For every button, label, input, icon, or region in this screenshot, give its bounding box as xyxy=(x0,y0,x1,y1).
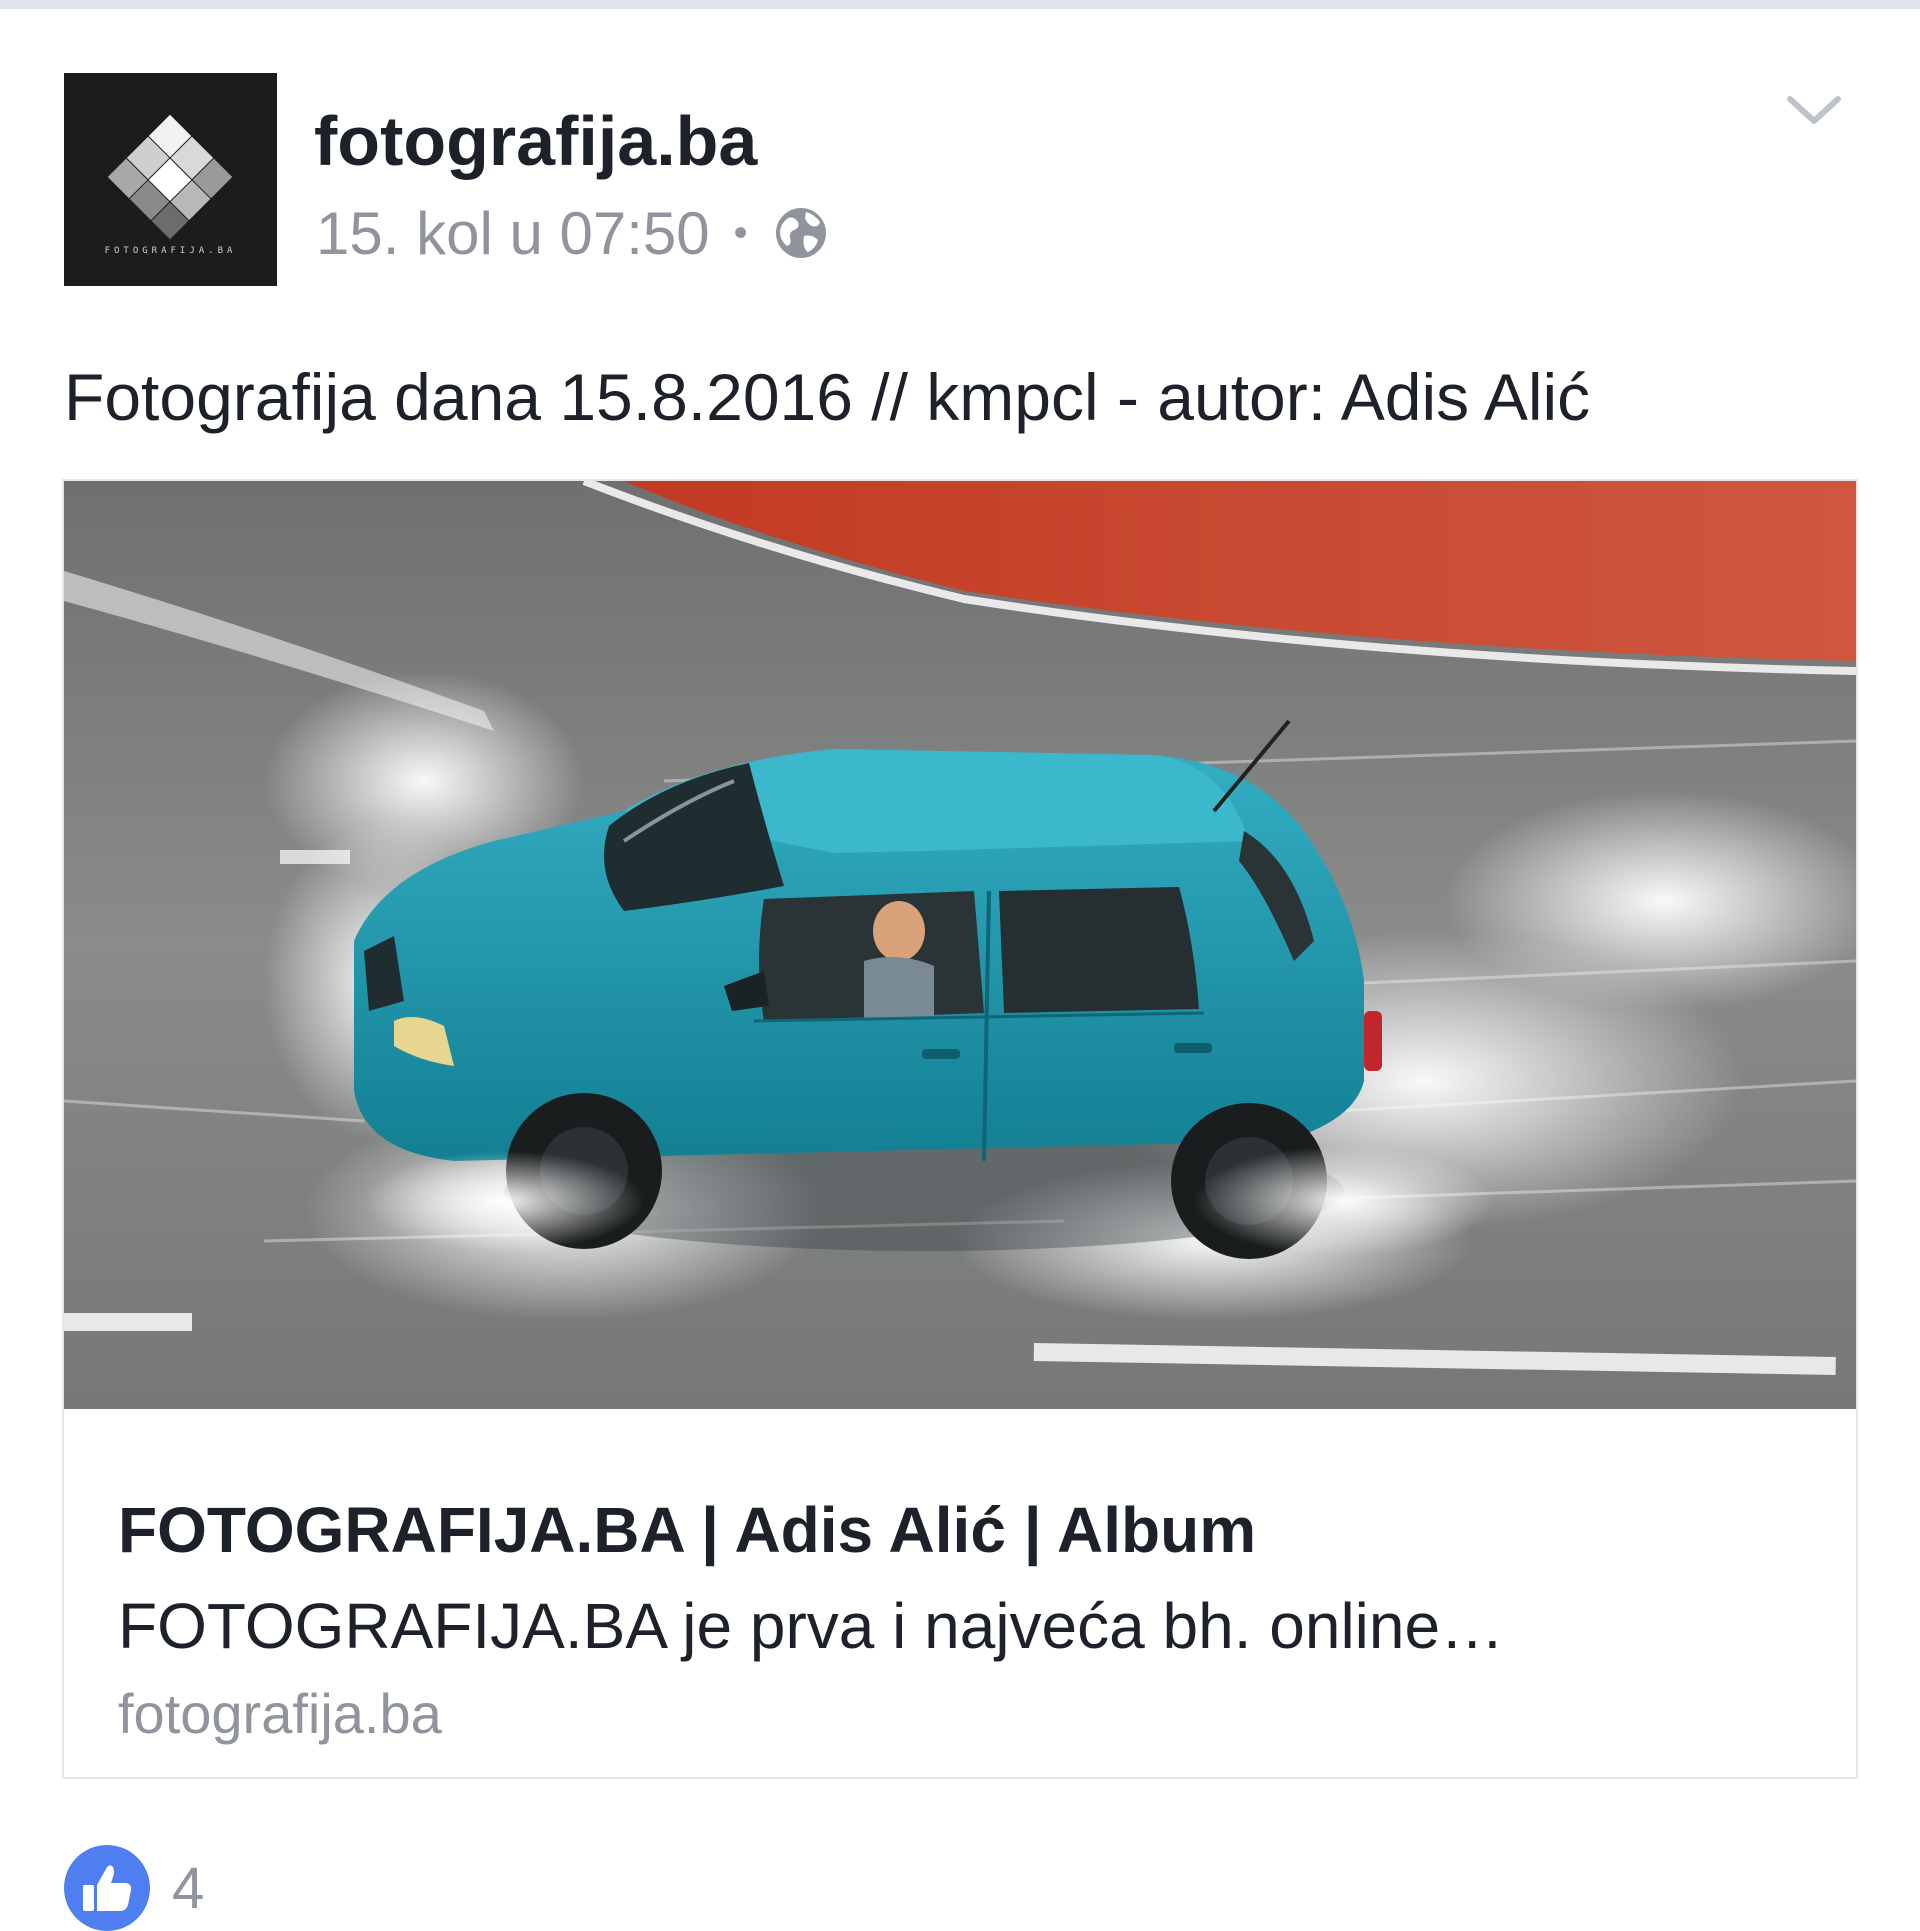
link-preview-card[interactable]: FOTOGRAFIJA.BA | Adis Alić | Album FOTOG… xyxy=(64,481,1856,1777)
avatar-caption: FOTOGRAFIJA.BA xyxy=(104,246,237,256)
post-timestamp[interactable]: 15. kol u 07:50 xyxy=(316,199,710,268)
top-divider xyxy=(0,0,1920,9)
globe-icon[interactable] xyxy=(774,206,828,260)
reactions-summary[interactable]: 4 xyxy=(64,1845,204,1931)
post-text: Fotografija dana 15.8.2016 // kmpcl - au… xyxy=(64,360,1591,434)
link-preview-title[interactable]: FOTOGRAFIJA.BA | Adis Alić | Album xyxy=(118,1493,1256,1567)
meta-separator: • xyxy=(733,210,748,255)
chevron-down-icon[interactable] xyxy=(1784,91,1844,131)
like-count[interactable]: 4 xyxy=(172,1855,204,1922)
photo-car-splash xyxy=(64,481,1856,1409)
like-icon[interactable] xyxy=(64,1845,150,1931)
feed-post: FOTOGRAFIJA.BA fotografija.ba 15. kol u … xyxy=(0,9,1920,1931)
link-preview-domain: fotografija.ba xyxy=(118,1682,442,1745)
link-preview-image[interactable] xyxy=(64,481,1856,1409)
link-preview-description: FOTOGRAFIJA.BA je prva i najveća bh. onl… xyxy=(118,1590,1505,1662)
page-avatar[interactable]: FOTOGRAFIJA.BA xyxy=(64,73,277,286)
post-meta: 15. kol u 07:50 • xyxy=(316,199,828,268)
page-name-link[interactable]: fotografija.ba xyxy=(314,101,757,181)
